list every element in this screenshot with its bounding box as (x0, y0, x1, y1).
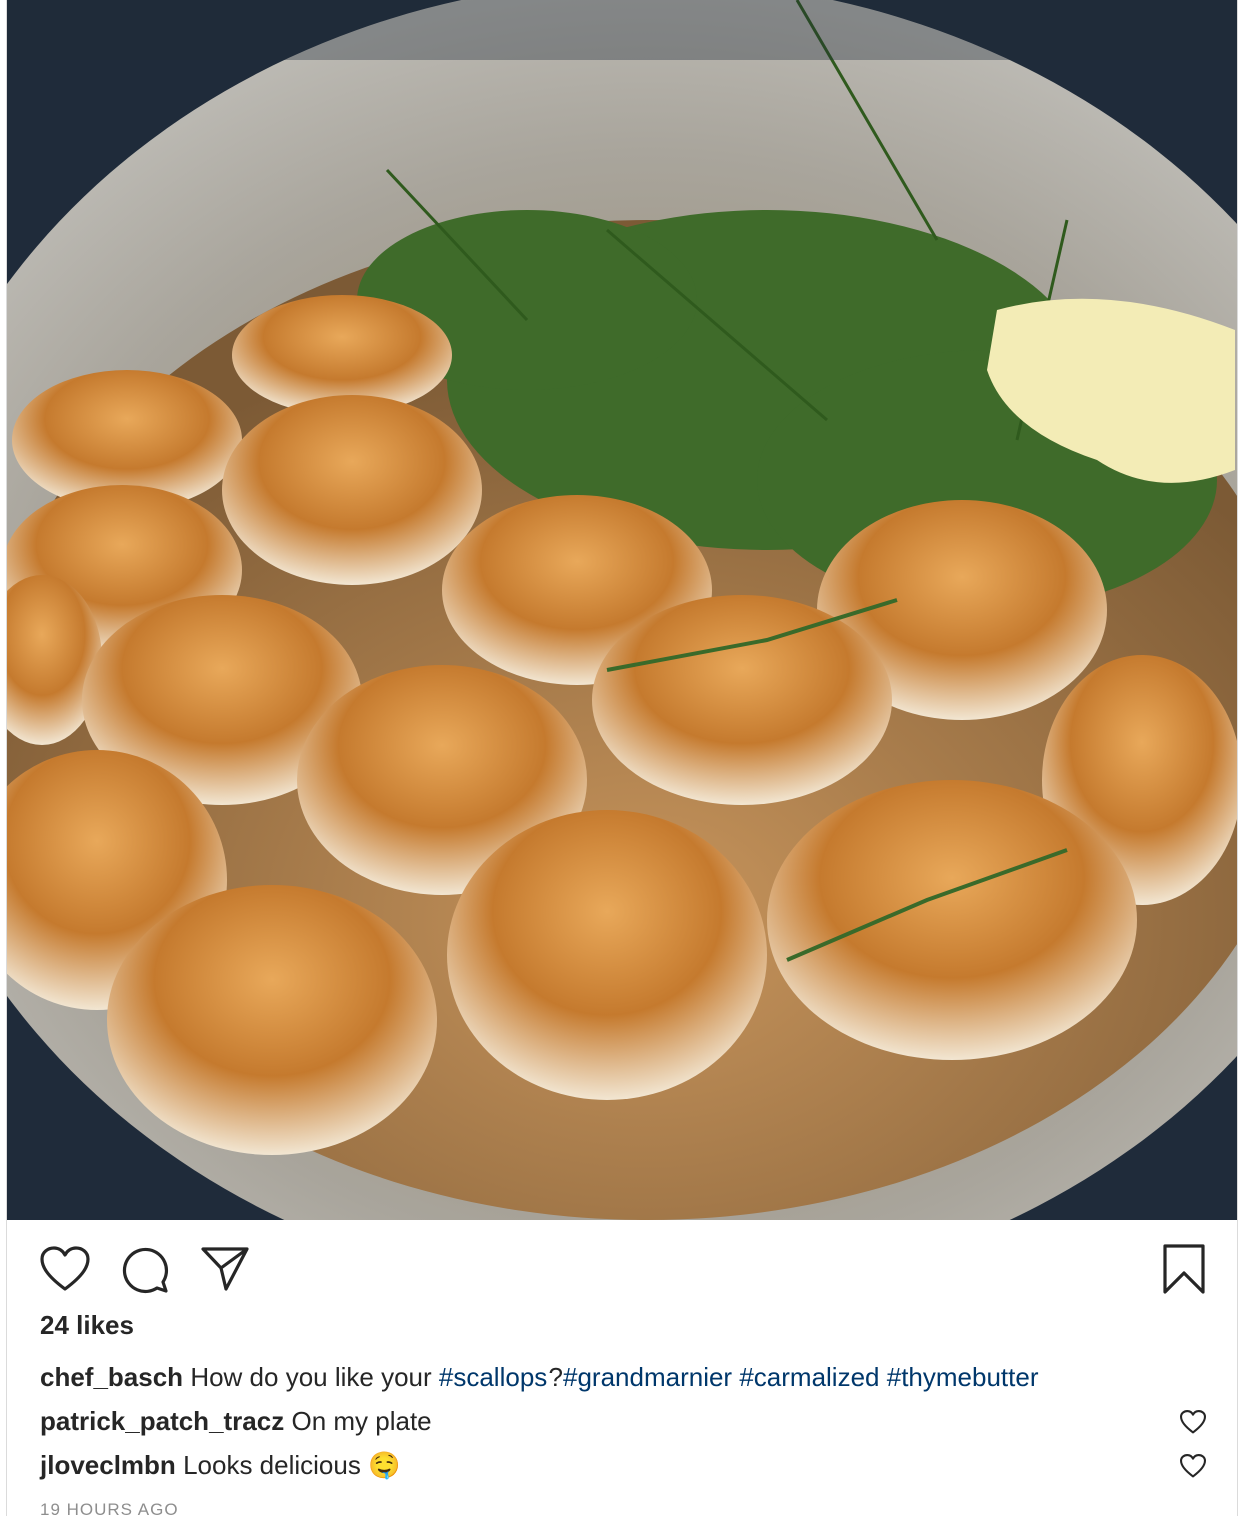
heart-icon (40, 1246, 90, 1291)
caption-text: ? (548, 1362, 563, 1392)
comment-username[interactable]: patrick_patch_tracz (40, 1406, 284, 1436)
post-card: 24 likes chef_basch How do you like your… (6, 0, 1238, 1519)
paper-plane-icon (201, 1247, 249, 1291)
comment-button[interactable] (118, 1242, 172, 1296)
heart-icon (1180, 1454, 1206, 1478)
caption-text: How do you like your (190, 1362, 432, 1392)
drooling-emoji: 🤤 (368, 1450, 401, 1480)
post-photo[interactable] (7, 0, 1237, 1220)
likes-count[interactable]: 24 likes (40, 1310, 134, 1341)
comment-text: On my plate (291, 1406, 432, 1436)
caption-username[interactable]: chef_basch (40, 1362, 183, 1392)
post-timestamp[interactable]: 19 HOURS AGO (40, 1500, 179, 1520)
share-button[interactable] (198, 1242, 252, 1296)
hashtag-link[interactable]: #grandmarnier (563, 1362, 732, 1392)
comment-row: patrick_patch_tracz On my plate (40, 1406, 432, 1437)
save-button[interactable] (1157, 1242, 1211, 1296)
caption: chef_basch How do you like your #scallop… (40, 1362, 1038, 1393)
comment-row: jloveclmbn Looks delicious 🤤 (40, 1450, 400, 1481)
comment-bubble-icon (122, 1247, 169, 1294)
comment-username[interactable]: jloveclmbn (40, 1450, 176, 1480)
bookmark-icon (1163, 1244, 1205, 1294)
comment-like-button[interactable] (1179, 1408, 1207, 1436)
like-button[interactable] (38, 1242, 92, 1296)
comment-text: Looks delicious (183, 1450, 361, 1480)
hashtag-link[interactable]: #thymebutter (887, 1362, 1039, 1392)
scallops-photo (7, 0, 1237, 1220)
comment-like-button[interactable] (1179, 1452, 1207, 1480)
hashtag-link[interactable]: #carmalized (739, 1362, 879, 1392)
heart-icon (1180, 1410, 1206, 1434)
hashtag-link[interactable]: #scallops (439, 1362, 547, 1392)
